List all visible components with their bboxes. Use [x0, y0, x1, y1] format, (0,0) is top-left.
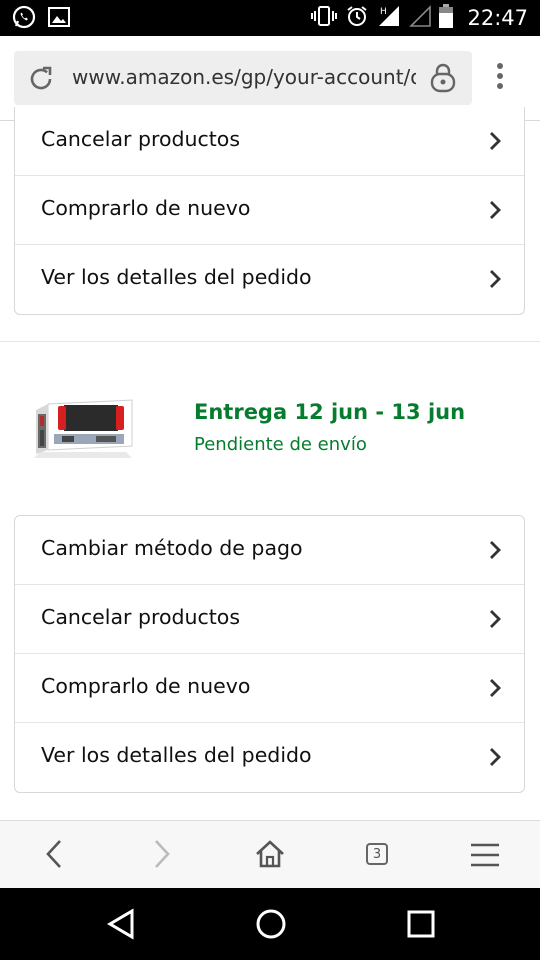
action-label: Cancelar productos	[41, 605, 241, 629]
chevron-right-icon	[488, 678, 502, 702]
chevron-right-icon	[488, 269, 502, 293]
clock: 22:47	[467, 6, 528, 30]
action-row-order-details[interactable]: Ver los detalles del pedido	[15, 245, 524, 314]
recents-square-icon[interactable]	[407, 910, 435, 942]
back-icon[interactable]	[44, 838, 64, 874]
alarm-icon	[345, 4, 369, 32]
action-row-order-details[interactable]: Ver los detalles del pedido	[15, 723, 524, 792]
action-label: Cancelar productos	[41, 127, 241, 151]
tab-count: 3	[366, 843, 388, 865]
action-row-buy-again[interactable]: Comprarlo de nuevo	[15, 654, 524, 723]
section-divider	[0, 341, 540, 342]
order-actions-card-top: Cancelar productos Comprarlo de nuevo Ve…	[14, 107, 525, 315]
back-triangle-icon[interactable]	[107, 908, 135, 944]
home-icon[interactable]	[254, 838, 286, 874]
shipment-status: Pendiente de envío	[194, 434, 367, 455]
overflow-menu-icon[interactable]	[496, 62, 504, 94]
action-label: Ver los detalles del pedido	[41, 743, 312, 767]
delivery-date: Entrega 12 jun - 13 jun	[194, 400, 466, 424]
action-row-cancel[interactable]: Cancelar productos	[15, 585, 524, 654]
action-label: Cambiar método de pago	[41, 536, 303, 560]
chevron-right-icon	[488, 609, 502, 633]
action-label: Ver los detalles del pedido	[41, 265, 312, 289]
battery-icon	[439, 4, 454, 32]
action-row-change-payment[interactable]: Cambiar método de pago	[15, 516, 524, 585]
forward-icon[interactable]	[152, 838, 172, 874]
lock-icon[interactable]	[430, 63, 456, 97]
url-bar[interactable]: www.amazon.es/gp/your-account/or	[14, 51, 472, 105]
status-bar: H 22:47	[0, 0, 540, 36]
action-label: Comprarlo de nuevo	[41, 674, 251, 698]
order-actions-card: Cambiar método de pago Cancelar producto…	[14, 515, 525, 793]
svg-text:H: H	[380, 7, 387, 17]
whatsapp-icon	[12, 5, 36, 33]
signal-empty-icon	[409, 5, 432, 31]
browser-bottom-nav: 3	[0, 820, 540, 889]
url-text[interactable]: www.amazon.es/gp/your-account/or	[72, 65, 416, 93]
chevron-right-icon	[488, 200, 502, 224]
action-row-cancel[interactable]: Cancelar productos	[15, 107, 524, 176]
vibrate-icon	[311, 5, 338, 31]
product-image-nintendo-switch[interactable]	[34, 392, 134, 462]
tabs-icon[interactable]: 3	[366, 843, 388, 865]
chevron-right-icon	[488, 747, 502, 771]
chevron-right-icon	[488, 131, 502, 155]
home-circle-icon[interactable]	[255, 908, 287, 944]
android-nav-bar	[0, 888, 540, 960]
image-icon	[48, 7, 70, 31]
signal-h-icon: H	[377, 4, 401, 32]
menu-icon[interactable]	[470, 843, 500, 871]
chevron-right-icon	[488, 540, 502, 564]
action-row-buy-again[interactable]: Comprarlo de nuevo	[15, 176, 524, 245]
reload-icon[interactable]	[26, 64, 56, 98]
action-label: Comprarlo de nuevo	[41, 196, 251, 220]
